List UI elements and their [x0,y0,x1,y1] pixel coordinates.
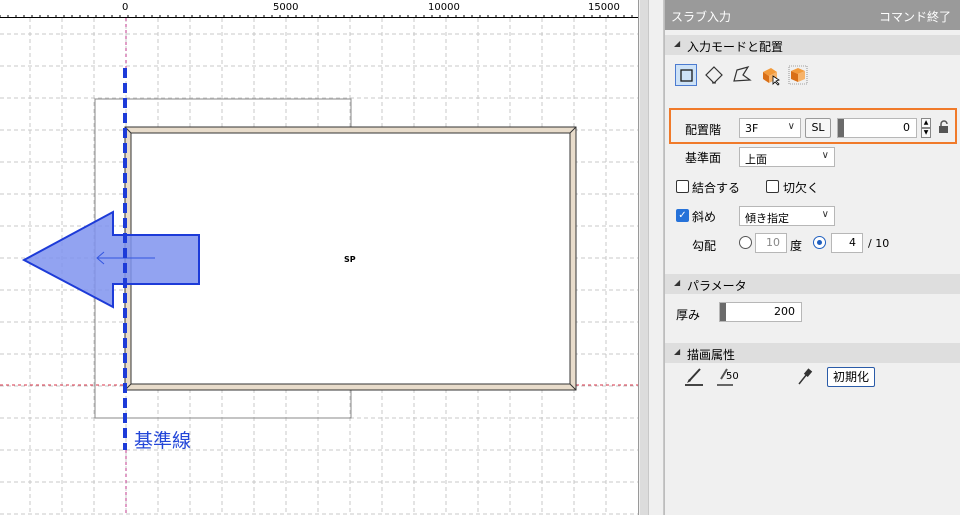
collapse-triangle-icon: ◢ [674,278,681,287]
lock-icon[interactable] [937,120,951,137]
section-input-mode[interactable]: ◢ 入力モードと配置 [665,35,960,55]
reference-plane-select[interactable]: 上面 ∨ [739,147,835,167]
section-title: 入力モードと配置 [687,40,784,54]
panel-title: スラブ入力 [671,10,732,24]
end-command-button[interactable]: コマンド終了 [879,8,951,25]
pitch-ratio-input[interactable]: 4 [831,233,863,253]
pick-box-icon[interactable] [759,64,781,86]
offset-input[interactable]: 0 [837,118,917,138]
notch-checkbox[interactable] [766,180,779,193]
ruler-label-5000: 5000 [273,2,299,13]
ruler-label-0: 0 [122,2,129,13]
spin-up-icon[interactable]: ▲ [921,118,931,128]
panel-header: スラブ入力 コマンド終了 [665,0,960,30]
slope-checkbox[interactable]: ✓ [676,209,689,222]
pitch-degree-unit: 度 [790,239,803,253]
drag-handle[interactable] [838,119,844,137]
collapse-triangle-icon: ◢ [674,39,681,48]
pen-weight-value: 50 [726,371,739,382]
pitch-ratio-radio[interactable] [813,236,826,249]
combine-label: 結合する [692,181,741,195]
floor-label: 配置階 [685,123,722,137]
section-draw-attributes[interactable]: ◢ 描画属性 [665,343,960,363]
diamond-mode-icon[interactable] [703,64,725,86]
notch-label: 切欠く [783,181,820,195]
drag-handle[interactable] [720,303,726,321]
slope-label: 斜め [692,210,717,224]
pitch-ratio-unit: / 10 [868,237,890,250]
sl-button[interactable]: SL [805,118,831,138]
chevron-down-icon: ∨ [821,209,829,220]
section-title: 描画属性 [687,348,736,362]
ruler-label-10000: 10000 [428,2,460,13]
pitch-degree-radio[interactable] [739,236,752,249]
pitch-degree-input[interactable]: 10 [755,233,787,253]
property-panel: スラブ入力 コマンド終了 ◢ 入力モードと配置 配置階 3F ∨ SL 0 ▲ … [664,0,960,515]
combine-checkbox[interactable] [676,180,689,193]
spin-down-icon[interactable]: ▼ [921,128,931,138]
chevron-down-icon: ∨ [821,150,829,161]
section-title: パラメータ [687,279,747,293]
floor-select[interactable]: 3F ∨ [739,118,801,138]
slope-mode-select[interactable]: 傾き指定 ∨ [739,206,835,226]
chevron-down-icon: ∨ [787,121,795,132]
thickness-input[interactable]: 200 [719,302,802,322]
drawing-svg[interactable]: SP [0,0,638,515]
scrollbar-thumb[interactable] [640,0,648,515]
room-box-icon[interactable] [787,64,809,86]
base-line-label: 基準線 [134,430,192,452]
polygon-mode-icon[interactable] [731,64,753,86]
pen-weight-icon[interactable]: 50 [715,365,741,387]
thickness-label: 厚み [676,308,701,322]
rectangle-mode-icon[interactable] [675,64,697,86]
pen-color-icon[interactable] [683,365,705,387]
pitch-label: 勾配 [692,239,717,253]
app-window: SP 0 5000 10000 15000 基準線 スラブ入力 コマンド終了 ◢… [0,0,960,515]
init-button[interactable]: 初期化 [827,367,875,387]
section-parameters[interactable]: ◢ パラメータ [665,274,960,294]
ruler-label-15000: 15000 [588,2,620,13]
eyedropper-icon[interactable] [795,367,813,387]
reference-plane-label: 基準面 [685,151,722,165]
panel-splitter[interactable] [648,0,664,515]
vertical-scrollbar[interactable] [638,0,648,515]
drawing-canvas[interactable]: SP 0 5000 10000 15000 基準線 [0,0,648,515]
sp-marker: SP [344,255,356,264]
collapse-triangle-icon: ◢ [674,347,681,356]
